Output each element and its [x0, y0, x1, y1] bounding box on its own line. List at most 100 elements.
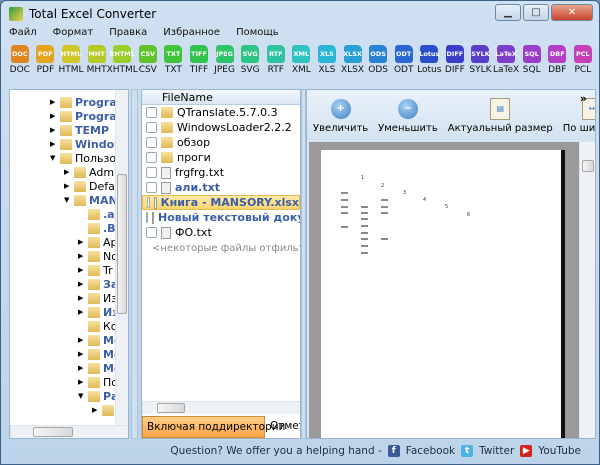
menu-item[interactable]: Формат: [53, 27, 94, 38]
collapse-arrow-icon[interactable]: ▶: [78, 364, 85, 372]
file-row[interactable]: frgfrg.txt: [142, 165, 300, 180]
facebook-icon[interactable]: f: [387, 445, 400, 457]
scrollbar-thumb[interactable]: [33, 427, 73, 437]
format-button-pcl[interactable]: PCL PCL: [570, 45, 596, 75]
expanded-arrow-icon[interactable]: ▼: [50, 154, 57, 162]
mark-button[interactable]: Отметить: [270, 416, 300, 438]
collapse-arrow-icon[interactable]: ▶: [50, 140, 57, 148]
file-row[interactable]: ФО.txt: [142, 225, 300, 240]
file-checkbox[interactable]: [146, 137, 157, 148]
close-button[interactable]: ✕: [551, 4, 593, 21]
collapse-arrow-icon[interactable]: ▶: [78, 252, 85, 260]
tree-item[interactable]: ▶ TEMP: [50, 123, 109, 137]
collapse-arrow-icon[interactable]: ▶: [78, 266, 85, 274]
tree-item[interactable]: ▶ Из: [78, 291, 117, 305]
format-button-xhtml[interactable]: XHTML XHTML: [107, 45, 138, 75]
scrollbar-thumb[interactable]: [117, 174, 127, 314]
format-button-xlsx[interactable]: XLSX XLSX: [340, 45, 366, 75]
collapse-arrow-icon[interactable]: ▶: [78, 308, 85, 316]
collapse-arrow-icon[interactable]: ▶: [78, 238, 85, 246]
collapse-arrow-icon[interactable]: ▶: [78, 378, 85, 386]
facebook-link[interactable]: Facebook: [406, 445, 455, 457]
collapse-arrow-icon[interactable]: ▶: [50, 112, 57, 120]
format-button-csv[interactable]: CSV CSV: [135, 45, 161, 75]
minimize-button[interactable]: ▁: [495, 4, 521, 21]
tree-vertical-scrollbar[interactable]: [115, 90, 128, 426]
tree-item[interactable]: Ко: [78, 319, 118, 333]
format-button-sql[interactable]: SQL SQL: [519, 45, 545, 75]
collapse-arrow-icon[interactable]: ▶: [50, 98, 57, 106]
format-button-lotus[interactable]: Lotus Lotus: [417, 45, 443, 75]
menu-item[interactable]: Помощь: [236, 27, 279, 38]
collapse-arrow-icon[interactable]: ▶: [78, 350, 85, 358]
file-checkbox[interactable]: [146, 227, 157, 238]
menu-item[interactable]: Правка: [109, 27, 147, 38]
menu-item[interactable]: Избранное: [163, 27, 220, 38]
format-button-xml[interactable]: XML XML: [289, 45, 315, 75]
file-row[interactable]: али.txt: [142, 180, 300, 195]
file-checkbox[interactable]: [146, 167, 157, 178]
tree-item[interactable]: ▶ Ap: [78, 235, 118, 249]
format-button-rtf[interactable]: RTF RTF: [263, 45, 289, 75]
format-button-ods[interactable]: ODS ODS: [365, 45, 391, 75]
format-button-mht[interactable]: MHT MHT: [84, 45, 110, 75]
format-button-tiff[interactable]: TIFF TIFF: [186, 45, 212, 75]
zoom-out-button[interactable]: − Уменьшить: [378, 99, 438, 134]
format-button-xls[interactable]: XLS XLS: [314, 45, 340, 75]
file-row[interactable]: Новый текстовый документ.txt: [142, 210, 300, 225]
preview-vertical-scrollbar[interactable]: [579, 142, 595, 438]
file-checkbox[interactable]: [146, 212, 148, 223]
tree-item[interactable]: .a: [78, 207, 115, 221]
tree-item[interactable]: ▶ Из: [78, 305, 119, 319]
format-button-diff[interactable]: DIFF DIFF: [442, 45, 468, 75]
file-row[interactable]: QTranslate.5.7.0.3: [142, 105, 300, 120]
collapse-arrow-icon[interactable]: ▶: [64, 168, 71, 176]
expanded-arrow-icon[interactable]: ▼: [64, 196, 71, 204]
format-button-html[interactable]: HTML HTML: [58, 45, 84, 75]
format-button-sylk[interactable]: SYLK SYLK: [468, 45, 494, 75]
collapse-arrow-icon[interactable]: ▶: [78, 336, 85, 344]
file-checkbox[interactable]: [147, 197, 150, 208]
file-checkbox[interactable]: [146, 122, 157, 133]
tree-item[interactable]: ▼ Ра: [78, 389, 119, 403]
format-button-latex[interactable]: LaTeX LaTeX: [493, 45, 519, 75]
splitter[interactable]: [131, 89, 138, 439]
collapse-arrow-icon[interactable]: ▶: [64, 182, 71, 190]
file-checkbox[interactable]: [146, 107, 157, 118]
collapse-arrow-icon[interactable]: ▶: [78, 294, 85, 302]
file-row[interactable]: WindowsLoader2.2.2: [142, 120, 300, 135]
format-button-txt[interactable]: TXT TXT: [161, 45, 187, 75]
actual-size-button[interactable]: ▤ Актуальный размер: [448, 98, 553, 134]
tree-item[interactable]: ▶: [92, 403, 117, 417]
file-row[interactable]: Книга - MANSORY.xlsx: [142, 195, 300, 210]
file-row[interactable]: проги: [142, 150, 300, 165]
tree-item[interactable]: .B: [78, 221, 116, 235]
twitter-link[interactable]: Twitter: [479, 445, 514, 457]
zoom-in-button[interactable]: + Увеличить: [313, 99, 368, 134]
file-row[interactable]: обзор: [142, 135, 300, 150]
more-chevron-icon[interactable]: »: [580, 92, 587, 105]
files-horizontal-scrollbar[interactable]: [142, 401, 300, 414]
tree-item[interactable]: ▶ По: [78, 375, 118, 389]
file-checkbox[interactable]: [146, 152, 157, 163]
format-button-doc[interactable]: DOC DOC: [7, 45, 33, 75]
format-button-jpeg[interactable]: JPEG JPEG: [212, 45, 238, 75]
youtube-link[interactable]: YouTube: [538, 445, 581, 457]
format-button-dbf[interactable]: DBF DBF: [544, 45, 570, 75]
include-subdirectories-button[interactable]: Включая поддиректории: [142, 416, 285, 438]
collapse-arrow-icon[interactable]: ▶: [78, 280, 85, 288]
scrollbar-thumb[interactable]: [157, 403, 185, 413]
tree-item[interactable]: ▶ No: [78, 249, 118, 263]
file-checkbox[interactable]: [146, 182, 157, 193]
tree-horizontal-scrollbar[interactable]: [10, 425, 128, 438]
format-button-svg[interactable]: SVG SVG: [237, 45, 263, 75]
twitter-icon[interactable]: t: [461, 445, 474, 457]
scrollbar-thumb[interactable]: [582, 160, 594, 172]
column-header-filename[interactable]: FileName: [142, 90, 300, 105]
youtube-icon[interactable]: ▶: [520, 445, 533, 457]
expanded-arrow-icon[interactable]: ▼: [78, 392, 85, 400]
maximize-button[interactable]: □: [523, 4, 549, 21]
format-button-pdf[interactable]: PDF PDF: [33, 45, 59, 75]
format-button-odt[interactable]: ODT ODT: [391, 45, 417, 75]
collapse-arrow-icon[interactable]: ▶: [92, 406, 99, 414]
